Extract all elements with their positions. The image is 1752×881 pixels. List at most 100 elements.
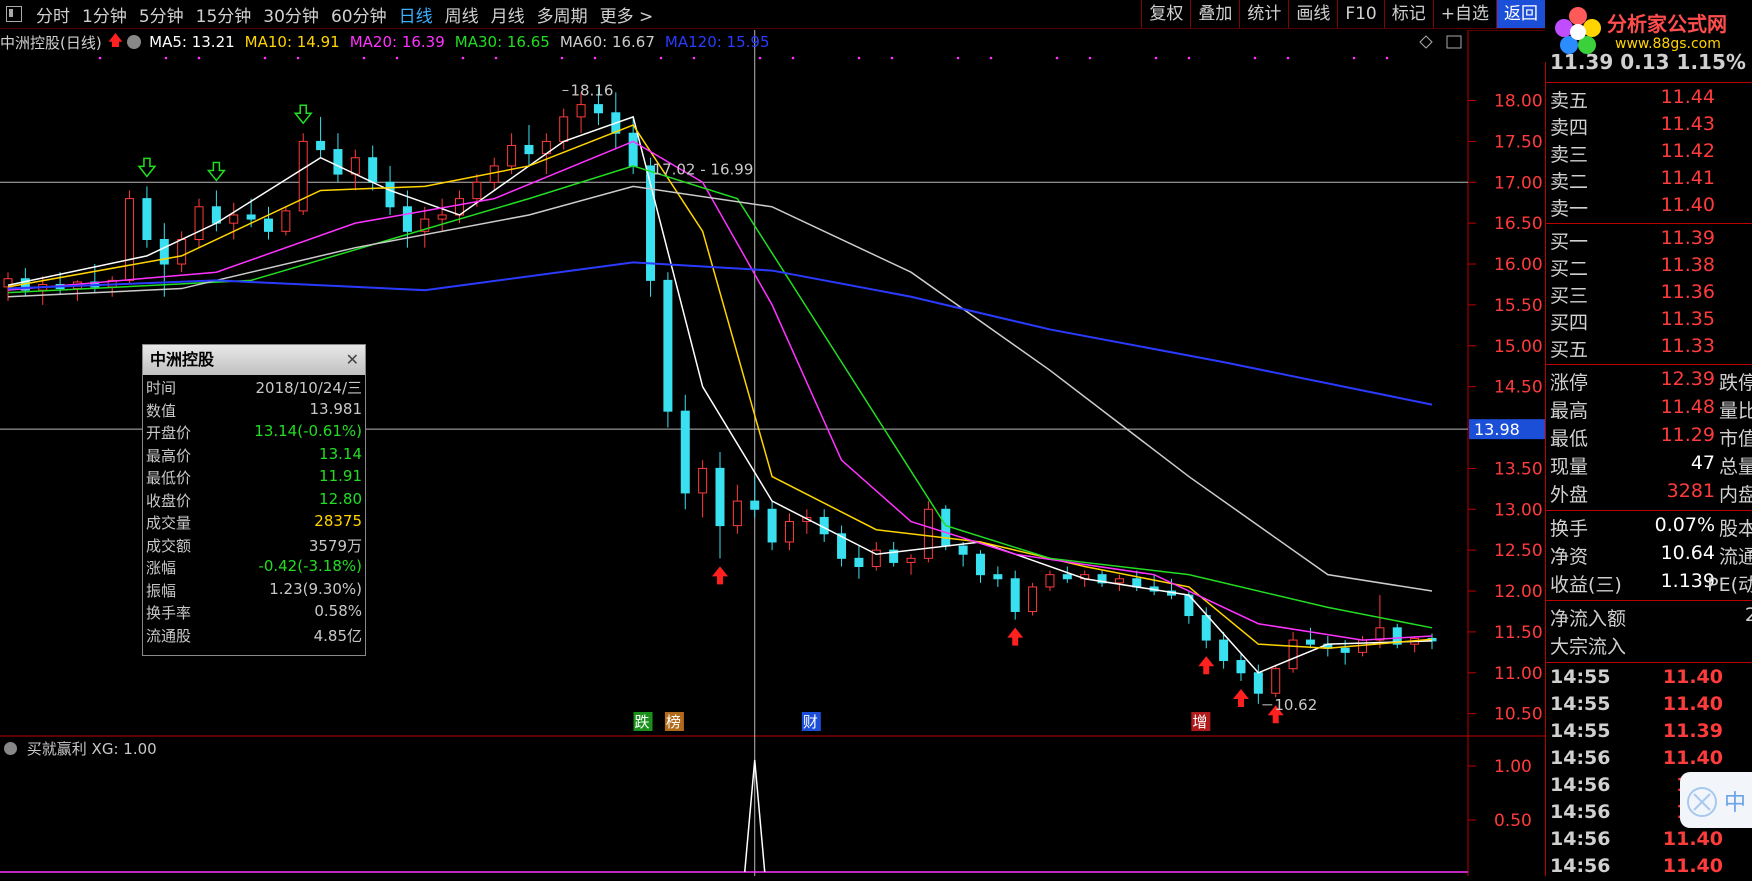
- tooltip-row: 最低价 11.91: [143, 465, 365, 488]
- candle-body: [680, 410, 690, 494]
- tooltip-value: -0.42(-3.18%): [258, 557, 362, 575]
- sub-y-tick-label: 1.00: [1494, 757, 1532, 777]
- tooltip-value: 13.14: [319, 444, 362, 463]
- tick-price: 11.39: [1662, 720, 1723, 742]
- candle-body: [281, 210, 291, 232]
- quote-row: 卖四 11.43: [1546, 113, 1752, 139]
- ma-legend-item: MA10: 14.91: [244, 33, 340, 51]
- panel-divider: [1546, 600, 1752, 601]
- y-tick-label: 14.50: [1494, 378, 1543, 398]
- marker-dot: [461, 56, 465, 60]
- y-tick-label: 12.00: [1494, 582, 1543, 602]
- buy-arrow-icon: [712, 566, 728, 585]
- diamond-icon: [1419, 35, 1433, 49]
- quote-label: 买一: [1550, 231, 1589, 253]
- toolbar-button-5[interactable]: 标记: [1383, 0, 1433, 28]
- tab-period-5[interactable]: 60分钟: [325, 2, 393, 27]
- indicator-label: 买就赢利 XG: 1.00: [4, 738, 157, 759]
- quote-label: 净流入额: [1550, 608, 1627, 630]
- tab-period-3[interactable]: 15分钟: [190, 2, 258, 27]
- floating-helper-button[interactable]: 中: [1680, 772, 1752, 828]
- y-tick-label: 15.50: [1494, 296, 1543, 316]
- quote-row: 买五 11.33: [1546, 335, 1752, 361]
- tick-time: 14:55: [1550, 666, 1611, 688]
- quote-row: 最低 11.29 市值: [1546, 424, 1752, 450]
- tab-period-10[interactable]: 更多 >: [594, 2, 660, 27]
- quote-value: 11.42: [1660, 140, 1715, 162]
- candle-body: [576, 104, 586, 118]
- quote-row: 净资 10.64 流通: [1546, 542, 1752, 568]
- ma-legend-item: MA30: 16.65: [454, 33, 550, 51]
- candle-body: [1010, 578, 1020, 612]
- marker-dot: [1088, 56, 1092, 60]
- quote-label: 最低: [1550, 428, 1589, 450]
- window-toggle-icon: [1446, 35, 1462, 49]
- tab-period-8[interactable]: 月线: [485, 2, 531, 27]
- candle-body: [507, 144, 517, 167]
- quote-label: 换手: [1550, 518, 1589, 540]
- quote-label: 现量: [1550, 456, 1589, 478]
- toolbar-button-0[interactable]: 复权: [1141, 0, 1190, 28]
- tooltip-value: 0.58%: [314, 602, 362, 620]
- candle-body: [698, 467, 708, 494]
- y-tick-label: 12.50: [1494, 541, 1543, 561]
- tooltip-value: 12.80: [319, 489, 362, 508]
- tab-period-1[interactable]: 1分钟: [76, 2, 133, 27]
- panel-divider: [1546, 364, 1752, 365]
- marker-dot: [989, 56, 993, 60]
- marker-dot: [395, 56, 399, 60]
- panel-toggle-icon[interactable]: [6, 6, 22, 22]
- tab-period-7[interactable]: 周线: [439, 2, 485, 27]
- toolbar-button-7[interactable]: 返回: [1496, 0, 1545, 28]
- tooltip-key: 最高价: [146, 446, 192, 465]
- candle-body: [194, 206, 204, 241]
- quote-panel: 11.39 0.13 1.15% 卖五 11.44 卖四 11.43 卖三 11.42 卖二 1…: [1545, 50, 1752, 877]
- buy-arrow-icon: [1007, 627, 1024, 646]
- indicator-collapse-icon[interactable]: [4, 742, 17, 755]
- quote-row: 收益(三) 1.139 PE(动: [1546, 570, 1752, 596]
- tab-period-2[interactable]: 5分钟: [133, 2, 190, 27]
- event-marker-label: 财: [803, 713, 818, 731]
- quote-row: 买三 11.36: [1546, 281, 1752, 307]
- tab-period-9[interactable]: 多周期: [531, 2, 594, 27]
- marker-dot: [164, 56, 168, 60]
- toolbar-button-1[interactable]: 叠加: [1190, 0, 1239, 28]
- candle-body: [923, 508, 933, 559]
- tooltip-row: 收盘价 12.80: [143, 488, 365, 511]
- quote-value: 11.33: [1660, 335, 1715, 357]
- close-icon[interactable]: ✕: [346, 345, 359, 375]
- tab-period-0[interactable]: 分时: [30, 2, 76, 27]
- quote-row: 卖二 11.41: [1546, 167, 1752, 193]
- quote-label: 卖二: [1550, 171, 1589, 193]
- period-tabs: 分时 1分钟 5分钟 15分钟 30分钟 60分钟 日线 周线 月线 多周期 更多 >: [30, 2, 659, 27]
- toolbar-button-6[interactable]: +自选: [1432, 0, 1496, 28]
- marker-dot: [758, 56, 762, 60]
- panel-divider: [1546, 662, 1752, 663]
- tooltip-row: 振幅 1.23(9.30%): [143, 578, 365, 601]
- chart-title: 中洲控股(日线): [0, 33, 102, 52]
- toolbar-button-3[interactable]: 画线: [1288, 0, 1337, 28]
- marker-dot: [1286, 56, 1290, 60]
- tooltip-header[interactable]: 中洲控股 ✕: [143, 345, 365, 375]
- quote-row: 涨停 12.39 跌停: [1546, 368, 1752, 394]
- quote-row: 卖三 11.42: [1546, 140, 1752, 166]
- legend-collapse-icon[interactable]: [127, 35, 142, 49]
- quote-row: 最高 11.48 量比: [1546, 396, 1752, 422]
- sell-arrow-icon: [137, 157, 157, 178]
- tick-row: 14:56 11.40: [1546, 747, 1752, 773]
- quote-value: 11.48: [1660, 396, 1715, 418]
- quote-row: 卖一 11.40: [1546, 194, 1752, 220]
- toolbar-button-4[interactable]: F10: [1337, 0, 1383, 28]
- candle-body: [1219, 639, 1229, 662]
- quote-label: 买三: [1550, 285, 1589, 307]
- quote-label: 收益(三): [1550, 574, 1622, 596]
- quote-value: 10.64: [1660, 542, 1715, 564]
- candle-body: [715, 467, 725, 527]
- tooltip-value: 3579万: [308, 536, 362, 555]
- tab-period-4[interactable]: 30分钟: [257, 2, 325, 27]
- tab-period-6[interactable]: 日线: [393, 2, 439, 27]
- last-price: 11.39 0.13 1.15%: [1550, 50, 1746, 74]
- sell-arrow-icon: [206, 161, 226, 182]
- toolbar-button-2[interactable]: 统计: [1239, 0, 1288, 28]
- candle-body: [559, 116, 569, 142]
